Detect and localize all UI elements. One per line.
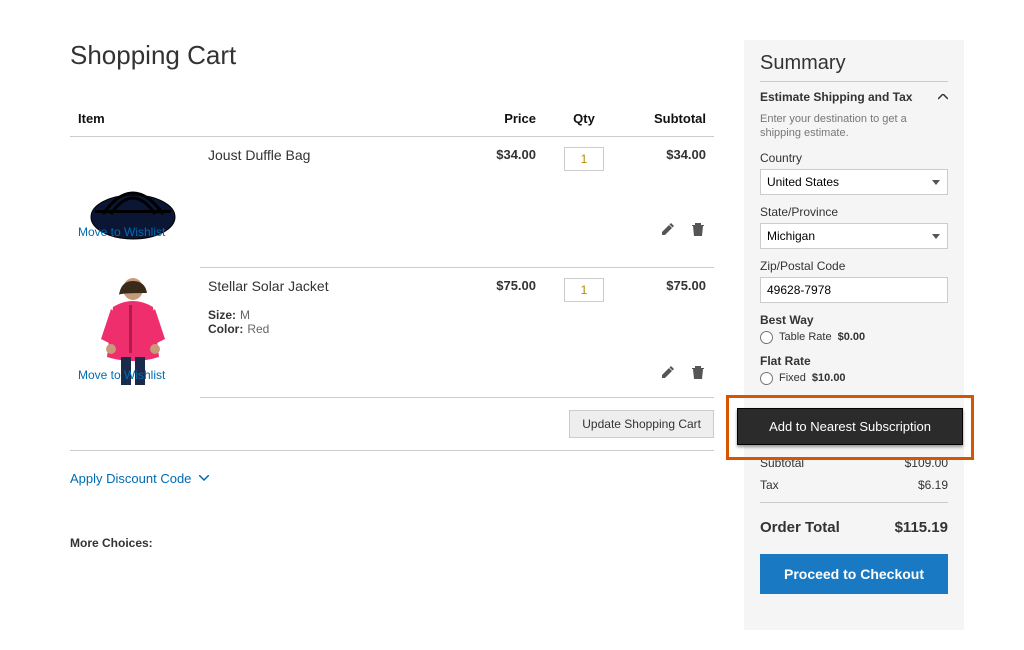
col-price: Price xyxy=(464,101,544,137)
edit-icon[interactable] xyxy=(660,221,676,237)
col-item: Item xyxy=(70,101,200,137)
attr-label: Size: xyxy=(208,308,236,322)
table-row: Joust Duffle Bag $34.00 $34.00 xyxy=(70,137,714,211)
ship-option-price: $10.00 xyxy=(812,372,846,384)
estimate-hint: Enter your destination to get a shipping… xyxy=(760,112,948,141)
attr-value: M xyxy=(240,308,250,322)
qty-input[interactable] xyxy=(564,278,604,302)
order-total-label: Order Total xyxy=(760,519,840,536)
product-name[interactable]: Stellar Solar Jacket xyxy=(208,278,456,294)
state-select[interactable]: Michigan xyxy=(760,223,948,249)
country-select[interactable]: United States xyxy=(760,169,948,195)
move-to-wishlist-link[interactable]: Move to Wishlist xyxy=(78,364,165,382)
order-total-value: $115.19 xyxy=(895,519,948,536)
product-subtotal: $75.00 xyxy=(624,267,714,354)
product-subtotal: $34.00 xyxy=(624,137,714,211)
add-subscription-highlight: Add to Nearest Subscription xyxy=(726,395,974,460)
move-to-wishlist-link[interactable]: Move to Wishlist xyxy=(78,221,165,239)
zip-input[interactable] xyxy=(760,277,948,303)
trash-icon[interactable] xyxy=(690,221,706,237)
edit-icon[interactable] xyxy=(660,364,676,380)
col-subtotal: Subtotal xyxy=(624,101,714,137)
more-choices-heading: More Choices: xyxy=(70,536,714,550)
product-price: $34.00 xyxy=(464,137,544,211)
ship-option[interactable]: Fixed $10.00 xyxy=(760,372,948,385)
checkout-button[interactable]: Proceed to Checkout xyxy=(760,554,948,594)
summary-title: Summary xyxy=(760,52,948,75)
qty-input[interactable] xyxy=(564,147,604,171)
col-qty: Qty xyxy=(544,101,624,137)
ship-method-title: Flat Rate xyxy=(760,354,811,368)
attr-value: Red xyxy=(247,322,269,336)
attr-label: Color: xyxy=(208,322,243,336)
state-label: State/Province xyxy=(760,205,948,219)
update-cart-button[interactable]: Update Shopping Cart xyxy=(569,410,714,438)
cart-table: Item Price Qty Subtotal xyxy=(70,101,714,398)
ship-radio[interactable] xyxy=(760,331,773,344)
ship-option-label: Fixed xyxy=(779,372,806,384)
ship-option-price: $0.00 xyxy=(838,331,866,343)
table-row: Stellar Solar Jacket Size: M Color: Red $7… xyxy=(70,267,714,354)
chevron-down-icon xyxy=(199,475,209,481)
add-subscription-button[interactable]: Add to Nearest Subscription xyxy=(737,408,963,445)
ship-option[interactable]: Table Rate $0.00 xyxy=(760,331,948,344)
tax-label: Tax xyxy=(760,478,779,492)
apply-discount-label: Apply Discount Code xyxy=(70,471,191,486)
product-image[interactable] xyxy=(78,147,188,257)
product-name[interactable]: Joust Duffle Bag xyxy=(208,147,456,163)
ship-option-label: Table Rate xyxy=(779,331,832,343)
estimate-toggle[interactable]: Estimate Shipping and Tax xyxy=(760,90,948,108)
trash-icon[interactable] xyxy=(690,364,706,380)
chevron-up-icon xyxy=(938,94,948,100)
ship-radio[interactable] xyxy=(760,372,773,385)
tax-value: $6.19 xyxy=(918,478,948,492)
country-label: Country xyxy=(760,151,948,165)
page-title: Shopping Cart xyxy=(70,40,714,71)
apply-discount-link[interactable]: Apply Discount Code xyxy=(70,471,209,486)
estimate-heading: Estimate Shipping and Tax xyxy=(760,90,912,104)
summary-panel: Summary Estimate Shipping and Tax Enter … xyxy=(744,40,964,630)
ship-method-title: Best Way xyxy=(760,313,814,327)
product-price: $75.00 xyxy=(464,267,544,354)
zip-label: Zip/Postal Code xyxy=(760,259,948,273)
